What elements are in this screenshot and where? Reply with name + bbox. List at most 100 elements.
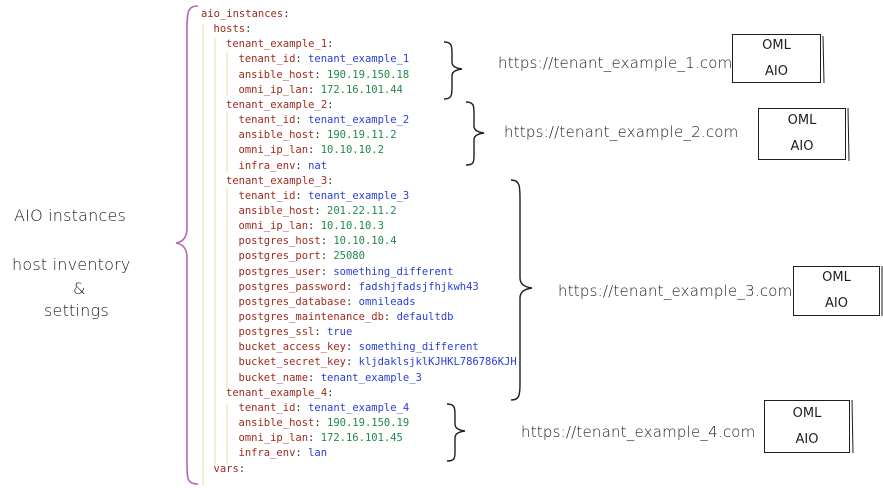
yaml-key: ansible_host [238,129,315,142]
yaml-line: tenant_id: tenant_example_3 [239,189,410,204]
yaml-value: lan [308,447,328,460]
left-brace-icon [175,5,199,485]
box-line-2: AIO [765,63,788,79]
yaml-key: postgres_host [238,235,321,248]
box-line-1: OML [762,37,791,53]
url-tenant-3: https://tenant_example_3.com [558,282,793,300]
yaml-value: nat [308,159,328,172]
oml-aio-box-3: OML AIO [793,266,880,316]
yaml-key: postgres_maintenance_db [238,311,384,323]
yaml-key: bucket_access_key [238,341,346,354]
yaml-key: omni_ip_lan [238,83,309,96]
box-line-1: OML [787,113,817,128]
yaml-key: aio_instances [201,8,284,20]
yaml-line: ansible_host: 190.19.150.19 [239,416,410,431]
box-line-2: AIO [825,296,848,311]
yaml-line: omni_ip_lan: 10.10.10.3 [239,219,384,234]
yaml-value: 10.10.10.3 [320,220,384,233]
yaml-line: tenant_id: tenant_example_2 [239,113,410,128]
box-line-1: OML [822,270,851,285]
yaml-line: ansible_host: 201.22.11.2 [239,204,397,219]
yaml-key: tenant_example_3 [226,174,328,187]
yaml-line: ansible_host: 190.19.11.2 [239,128,397,143]
yaml-line: postgres_user: something_different [239,265,454,280]
host-inventory-label: host inventory [12,255,131,274]
yaml-value: fadshjfadsjfhjkwh43 [358,280,479,293]
yaml-value: 201.22.11.2 [327,204,397,217]
yaml-line: bucket_access_key: something_different [239,340,479,355]
yaml-line: omni_ip_lan: 10.10.10.2 [239,143,384,158]
yaml-line: aio_instances: [201,7,290,22]
yaml-value: 10.10.10.4 [333,235,397,248]
yaml-value: 172.16.101.45 [320,432,403,445]
yaml-key: tenant_example_1 [226,38,328,51]
yaml-line: tenant_example_3: [226,174,333,189]
yaml-value: 190.19.150.19 [327,417,410,430]
yaml-line: ansible_host: 190.19.150.18 [239,68,410,83]
yaml-key: omni_ip_lan [238,432,309,445]
box-line-2: AIO [790,139,814,154]
yaml-key: infra_env [238,447,296,460]
yaml-line: postgres_host: 10.10.10.4 [239,234,397,249]
yaml-key: ansible_host [238,417,315,430]
yaml-line: tenant_example_4: [226,386,333,401]
yaml-line: infra_env: lan [239,446,328,461]
yaml-line: infra_env: nat [239,159,328,174]
yaml-key: infra_env [238,159,296,172]
box-line-1: OML [792,405,822,421]
yaml-key: vars [213,462,239,475]
yaml-colon: : [283,8,290,20]
oml-aio-box-1: OML AIO [732,34,821,83]
yaml-line: tenant_example_1: [226,37,333,52]
url-tenant-1: https://tenant_example_1.com [498,54,733,72]
aio-instances-label: AIO instances [14,206,127,225]
yaml-value: tenant_example_1 [308,53,410,66]
diagram-canvas: aio_instances: hosts: tenant_example_1: ten… [0,0,883,488]
yaml-colon: : [327,98,334,111]
yaml-value: 190.19.11.2 [327,129,397,142]
yaml-key: omni_ip_lan [238,144,309,157]
yaml-key: tenant_id [238,189,296,202]
yaml-line: tenant_id: tenant_example_1 [239,52,410,67]
yaml-line: tenant_id: tenant_example_4 [239,401,410,416]
yaml-value: kljdaklsjklKJHKL786786KJH. [358,356,523,369]
yaml-key: postgres_password [238,280,346,293]
box-sketch-accents [822,35,883,454]
url-tenant-2: https://tenant_example_2.com [504,123,739,141]
yaml-value: omnileads [358,295,416,308]
box-sketch-accent [847,107,850,162]
yaml-value: tenant_example_4 [308,401,410,414]
box-line-2: AIO [795,431,819,447]
yaml-value: 190.19.150.18 [327,68,410,81]
yaml-key: tenant_id [238,401,296,414]
yaml-line: postgres_ssl: true [239,325,353,340]
yaml-key: postgres_database [238,295,346,308]
url-tenant-4: https://tenant_example_4.com [521,423,756,441]
yaml-value: 25080 [333,250,365,263]
right-brace-icon [465,101,485,166]
right-brace-icon [443,41,463,100]
box-sketch-accent [851,399,854,454]
yaml-value: something_different [358,341,479,354]
yaml-value: tenant_example_2 [308,114,410,127]
yaml-line: postgres_password: fadshjfadsjfhjkwh43 [239,280,479,295]
yaml-key: ansible_host [238,204,315,217]
yaml-key: omni_ip_lan [238,220,309,233]
yaml-line: postgres_database: omnileads [239,295,416,310]
yaml-key: postgres_ssl [238,326,315,339]
yaml-colon: : [327,386,334,399]
yaml-line: bucket_name: tenant_example_3 [239,371,422,386]
yaml-line: postgres_port: 25080 [239,249,365,264]
yaml-value: tenant_example_3 [308,189,410,202]
yaml-colon: : [245,23,252,36]
yaml-line: hosts: [214,22,252,37]
yaml-key: tenant_id [238,53,296,66]
yaml-key: bucket_secret_key [238,356,346,369]
yaml-key: postgres_port [238,250,321,263]
yaml-value: 10.10.10.2 [320,144,384,157]
yaml-line: tenant_example_2: [226,98,333,113]
oml-aio-box-4: OML AIO [764,400,850,453]
yaml-line: omni_ip_lan: 172.16.101.44 [239,83,403,98]
right-brace-icon [446,403,466,462]
yaml-key: tenant_example_2 [226,98,328,111]
